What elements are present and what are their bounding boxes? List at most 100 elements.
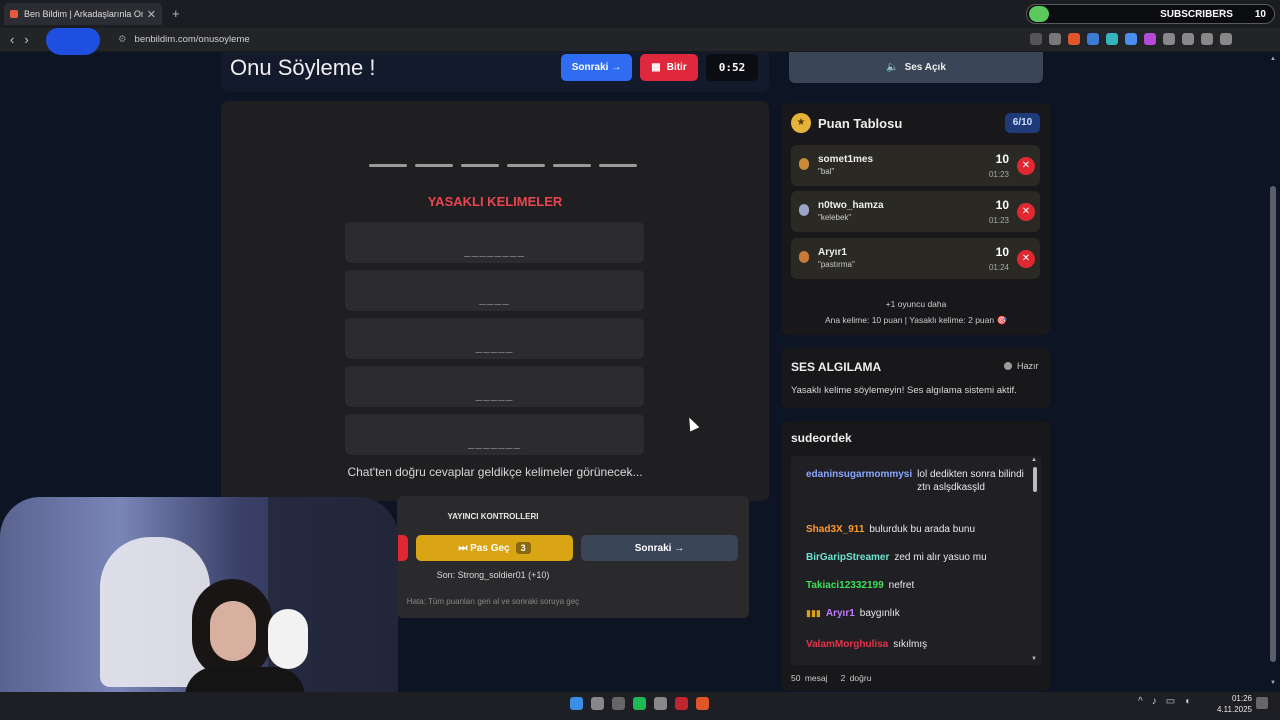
forbidden-word-slot: ____ bbox=[345, 270, 644, 311]
page-title: Onu Söyleme ! bbox=[230, 55, 376, 80]
remove-player-button[interactable]: ✕ bbox=[1017, 250, 1035, 268]
extension-icon[interactable] bbox=[1106, 33, 1118, 45]
browser-tab[interactable]: Ben Bildim | Arkadaşlarınla Onlin ✕ bbox=[4, 3, 162, 25]
chat-username[interactable]: ValamMorghulisa bbox=[806, 638, 888, 651]
chat-note: Chat'ten doğru cevaplar geldikçe kelimel… bbox=[347, 465, 643, 479]
pass-label: ⏭ Pas Geç bbox=[458, 542, 510, 554]
url-field[interactable]: ⚙ benbildim.com/onusoyleme bbox=[118, 34, 250, 45]
scoring-rules: Ana kelime: 10 puan | Yasaklı kelime: 2 … bbox=[824, 315, 1008, 325]
app-icon[interactable] bbox=[675, 697, 688, 710]
search-icon[interactable] bbox=[591, 697, 604, 710]
remove-player-button[interactable]: ✕ bbox=[1017, 203, 1035, 221]
screen-icon[interactable] bbox=[1030, 33, 1042, 45]
clock-date: 4.11.2025 bbox=[1217, 705, 1252, 714]
close-tab-icon[interactable]: ✕ bbox=[147, 8, 156, 21]
player-row: somet1mes "bal" 10 01:23 ✕ bbox=[791, 145, 1040, 186]
scroll-up-icon[interactable]: ▲ bbox=[1031, 457, 1037, 463]
player-points: 10 bbox=[995, 198, 1009, 212]
subscribers-widget: SUBSCRIBERS 10 bbox=[1026, 4, 1275, 24]
taskbar-apps[interactable] bbox=[570, 697, 709, 710]
voice-detection-card bbox=[781, 348, 1051, 408]
back-forward-icon[interactable]: ‹› bbox=[10, 32, 39, 47]
timer: 0:52 bbox=[706, 54, 758, 81]
sidebar-icon[interactable] bbox=[1182, 33, 1194, 45]
notification-icon[interactable] bbox=[1256, 697, 1268, 709]
speaker-icon: 🔈 bbox=[886, 62, 899, 73]
url-text: benbildim.com/onusoyleme bbox=[134, 34, 250, 45]
pass-button[interactable]: ⏭ Pas Geç 3 bbox=[416, 535, 573, 561]
player-row: Aryır1 "pastırma" 10 01:24 ✕ bbox=[791, 238, 1040, 279]
player-answer: "pastırma" bbox=[818, 260, 855, 269]
chat-message: Takiaci12332199 nefret bbox=[806, 579, 1028, 592]
hidden-word bbox=[369, 164, 637, 167]
window-controls[interactable]: –□ bbox=[1198, 7, 1238, 18]
chat-username[interactable]: Aryır1 bbox=[826, 607, 855, 620]
page-scroll-down-icon[interactable]: ▼ bbox=[1270, 680, 1276, 686]
forbidden-words-title: YASAKLI KELIMELER bbox=[427, 194, 563, 209]
remove-player-button[interactable]: ✕ bbox=[1017, 157, 1035, 175]
site-info-icon[interactable]: ⚙ bbox=[118, 34, 127, 45]
forbidden-word-slot: _______ bbox=[345, 414, 644, 455]
chat-username[interactable]: Takiaci12332199 bbox=[806, 579, 884, 592]
page-scrollbar[interactable] bbox=[1270, 186, 1276, 662]
clock[interactable]: 01:26 4.11.2025 bbox=[1216, 693, 1252, 715]
extension-icons[interactable] bbox=[1030, 33, 1232, 45]
end-button[interactable]: ▦ Bitir bbox=[640, 54, 698, 81]
chat-scrollbar[interactable] bbox=[1033, 467, 1037, 492]
voice-description: Yasaklı kelime söylemeyin! Ses algılama … bbox=[791, 385, 1017, 396]
chat-message: ValamMorghulisa sıkılmış bbox=[806, 638, 1028, 651]
chat-badges-icon: ▮▮▮ bbox=[806, 608, 821, 618]
chat-text: zed mi alır yasuo mu bbox=[894, 552, 987, 563]
scoreboard-title: Puan Tablosu bbox=[818, 116, 903, 131]
menu-icon[interactable] bbox=[1220, 33, 1232, 45]
checkered-flag-icon: ▦ bbox=[651, 62, 661, 73]
extension-icon[interactable] bbox=[1125, 33, 1137, 45]
undo-button[interactable] bbox=[397, 535, 408, 561]
download-icon[interactable] bbox=[612, 697, 625, 710]
chat-correct-count: 2 doğru bbox=[840, 673, 872, 683]
chat-username[interactable]: BirGaripStreamer bbox=[806, 551, 889, 564]
medal-icon bbox=[799, 158, 809, 170]
obs-icon[interactable] bbox=[654, 697, 667, 710]
status-dot-icon bbox=[1004, 362, 1012, 370]
bookmark-icon[interactable] bbox=[1049, 33, 1061, 45]
start-icon[interactable] bbox=[570, 697, 583, 710]
webcam-overlay bbox=[0, 497, 398, 720]
extension-icon[interactable] bbox=[1144, 33, 1156, 45]
player-time: 01:23 bbox=[988, 216, 1009, 225]
letter-dash bbox=[507, 164, 545, 167]
sound-label: Ses Açık bbox=[904, 62, 946, 73]
controls-next-button[interactable]: Sonraki → bbox=[581, 535, 738, 561]
next-button[interactable]: Sonraki → bbox=[561, 54, 632, 81]
page-scroll-up-icon[interactable]: ▲ bbox=[1270, 56, 1276, 62]
more-players: +1 oyuncu daha bbox=[885, 299, 947, 309]
brave-shield-icon[interactable] bbox=[1068, 33, 1080, 45]
forbidden-word-slot: _____ bbox=[345, 366, 644, 407]
spotify-icon[interactable] bbox=[633, 697, 646, 710]
voice-status: Hazır bbox=[1004, 361, 1039, 371]
medal-icon bbox=[799, 204, 809, 216]
system-tray[interactable]: ^♪▭◖ bbox=[1138, 696, 1199, 707]
last-answer-info: Son: Strong_soldier01 (+10) bbox=[436, 570, 550, 580]
chat-text: lol dedikten sonra bilindi ztn aslşdkasş… bbox=[917, 469, 1024, 493]
chat-username[interactable]: edaninsugarmommysi bbox=[806, 468, 912, 494]
letter-dash bbox=[599, 164, 637, 167]
sound-toggle-button[interactable]: 🔈 Ses Açık bbox=[789, 52, 1043, 83]
letter-dash bbox=[461, 164, 499, 167]
chat-message: BirGaripStreamer zed mi alır yasuo mu bbox=[806, 551, 1028, 564]
trophy-icon: ★ bbox=[791, 113, 811, 133]
voice-detection-title: SES ALGILAMA bbox=[791, 360, 882, 374]
error-info: Hata: Tüm puanları geri al ve sonraki so… bbox=[406, 597, 580, 606]
chat-username[interactable]: Shad3X_911 bbox=[806, 523, 864, 536]
player-answer: "bal" bbox=[818, 167, 835, 176]
puzzle-icon[interactable] bbox=[1163, 33, 1175, 45]
brave-icon[interactable] bbox=[696, 697, 709, 710]
microphone bbox=[268, 609, 308, 669]
letter-dash bbox=[415, 164, 453, 167]
new-tab-icon[interactable]: + bbox=[172, 6, 180, 21]
player-answer: "kelebek" bbox=[818, 213, 852, 222]
player-time: 01:24 bbox=[988, 263, 1009, 272]
wallet-icon[interactable] bbox=[1201, 33, 1213, 45]
scroll-down-icon[interactable]: ▼ bbox=[1031, 656, 1037, 662]
extension-icon[interactable] bbox=[1087, 33, 1099, 45]
